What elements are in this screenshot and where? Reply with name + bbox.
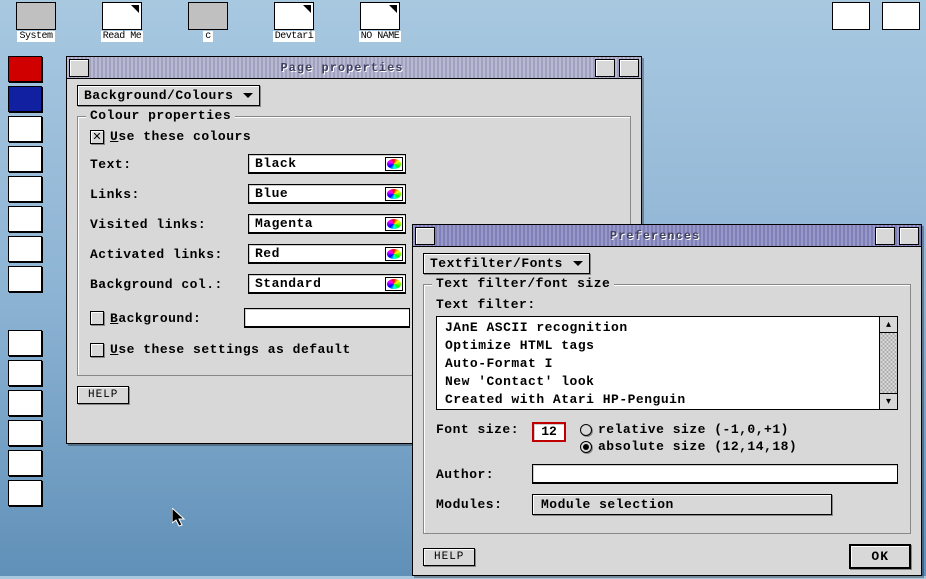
section-dropdown[interactable]: Background/Colours — [77, 85, 260, 106]
relative-label: relative size (-1,0,+1) — [598, 422, 789, 437]
chevron-down-icon — [573, 261, 583, 271]
sidebar-mail-icon[interactable] — [8, 146, 42, 172]
sidebar-map-icon[interactable] — [8, 266, 42, 292]
list-item[interactable]: New 'Contact' look — [445, 373, 871, 391]
visited-colour-field[interactable]: Magenta — [248, 214, 406, 234]
desktop-icon-c[interactable]: c — [180, 2, 236, 42]
preferences-window: Preferences Textfilter/Fonts Text filter… — [412, 224, 922, 576]
author-input[interactable] — [532, 464, 898, 484]
sidebar-wrench-icon[interactable] — [8, 450, 42, 476]
desktop-icon-readme[interactable]: Read Me — [94, 2, 150, 42]
window-title: Page properties — [91, 61, 593, 75]
close-button[interactable] — [69, 59, 89, 77]
activated-colour-field[interactable]: Red — [248, 244, 406, 264]
background-checkbox[interactable] — [90, 311, 104, 325]
desktop-icon-row: System Read Me c Devtari NO NAME — [8, 2, 408, 42]
absolute-label: absolute size (12,14,18) — [598, 439, 797, 454]
printer-icon[interactable] — [882, 2, 920, 30]
list-item[interactable]: Optimize HTML tags — [445, 337, 871, 355]
sidebar-qed-icon[interactable] — [8, 56, 42, 82]
modules-dropdown[interactable]: Module selection — [532, 494, 832, 515]
app-sidebar — [8, 56, 42, 506]
textfilter-group: Text filter/font size Text filter: JAnE … — [423, 284, 911, 534]
visited-colour-label: Visited links: — [90, 217, 248, 232]
desktop-icon-devtari[interactable]: Devtari — [266, 2, 322, 42]
chevron-down-icon — [243, 93, 253, 103]
bgcol-colour-field[interactable]: Standard — [248, 274, 406, 294]
sidebar-gear-icon[interactable] — [8, 480, 42, 506]
modules-label: Modules: — [436, 497, 532, 512]
bgcol-colour-label: Background col.: — [90, 277, 248, 292]
links-colour-field[interactable]: Blue — [248, 184, 406, 204]
absolute-radio[interactable] — [580, 441, 592, 453]
palette-icon — [385, 217, 403, 231]
window-title: Preferences — [437, 229, 873, 243]
relative-radio[interactable] — [580, 424, 592, 436]
section-dropdown[interactable]: Textfilter/Fonts — [423, 253, 590, 274]
list-item[interactable]: Created with Atari HP-Penguin — [445, 391, 871, 409]
document-icon — [274, 2, 314, 30]
desktop-icon-noname[interactable]: NO NAME — [352, 2, 408, 42]
sidebar-eye-icon[interactable] — [8, 176, 42, 202]
palette-icon — [385, 157, 403, 171]
scrollbar[interactable]: ▴ ▾ — [879, 317, 897, 409]
desktop-icon-system[interactable]: System — [8, 2, 64, 42]
top-right-icons — [832, 2, 920, 30]
use-colours-label: Use these colours — [110, 129, 251, 144]
sidebar-film-icon[interactable] — [8, 236, 42, 262]
drive-icon — [16, 2, 56, 30]
scroll-track[interactable] — [880, 333, 897, 393]
sidebar-folder2-icon[interactable] — [8, 360, 42, 386]
book-icon[interactable] — [832, 2, 870, 30]
sidebar-netscape-icon[interactable] — [8, 86, 42, 112]
palette-icon — [385, 187, 403, 201]
fontsize-label: Font size: — [436, 422, 532, 437]
document-icon — [102, 2, 142, 30]
filter-label: Text filter: — [436, 297, 898, 312]
sidebar-calendar-icon[interactable] — [8, 116, 42, 142]
sidebar-folder3-icon[interactable] — [8, 390, 42, 416]
sidebar-terminal-icon[interactable] — [8, 206, 42, 232]
use-colours-checkbox[interactable]: ✕ — [90, 130, 104, 144]
ok-button[interactable]: OK — [849, 544, 911, 569]
document-icon — [360, 2, 400, 30]
filter-listbox[interactable]: JAnE ASCII recognition Optimize HTML tag… — [436, 316, 898, 410]
list-item[interactable]: Auto-Format I — [445, 355, 871, 373]
sidebar-folder1-icon[interactable] — [8, 330, 42, 356]
drive-icon — [188, 2, 228, 30]
default-checkbox[interactable] — [90, 343, 104, 357]
text-colour-label: Text: — [90, 157, 248, 172]
palette-icon — [385, 277, 403, 291]
group-legend: Text filter/font size — [432, 276, 614, 291]
titlebar[interactable]: Page properties — [67, 57, 641, 79]
links-colour-label: Links: — [90, 187, 248, 202]
titlebar[interactable]: Preferences — [413, 225, 921, 247]
close-button[interactable] — [415, 227, 435, 245]
minimize-button[interactable] — [875, 227, 895, 245]
background-label: Background: — [110, 311, 244, 326]
scroll-down-icon[interactable]: ▾ — [880, 393, 897, 409]
default-label: Use these settings as default — [110, 342, 351, 357]
palette-icon — [385, 247, 403, 261]
filter-items: JAnE ASCII recognition Optimize HTML tag… — [437, 317, 879, 409]
maximize-button[interactable] — [619, 59, 639, 77]
help-button[interactable]: HELP — [77, 386, 129, 404]
group-legend: Colour properties — [86, 108, 235, 123]
sidebar-tool-icon[interactable] — [8, 420, 42, 446]
cursor-icon — [172, 508, 188, 528]
background-input[interactable] — [244, 308, 410, 328]
scroll-up-icon[interactable]: ▴ — [880, 317, 897, 333]
help-button[interactable]: HELP — [423, 548, 475, 566]
list-item[interactable]: JAnE ASCII recognition — [445, 319, 871, 337]
author-label: Author: — [436, 467, 532, 482]
activated-colour-label: Activated links: — [90, 247, 248, 262]
sidebar-gap — [8, 296, 42, 326]
fontsize-input[interactable]: 12 — [532, 422, 566, 442]
minimize-button[interactable] — [595, 59, 615, 77]
maximize-button[interactable] — [899, 227, 919, 245]
text-colour-field[interactable]: Black — [248, 154, 406, 174]
